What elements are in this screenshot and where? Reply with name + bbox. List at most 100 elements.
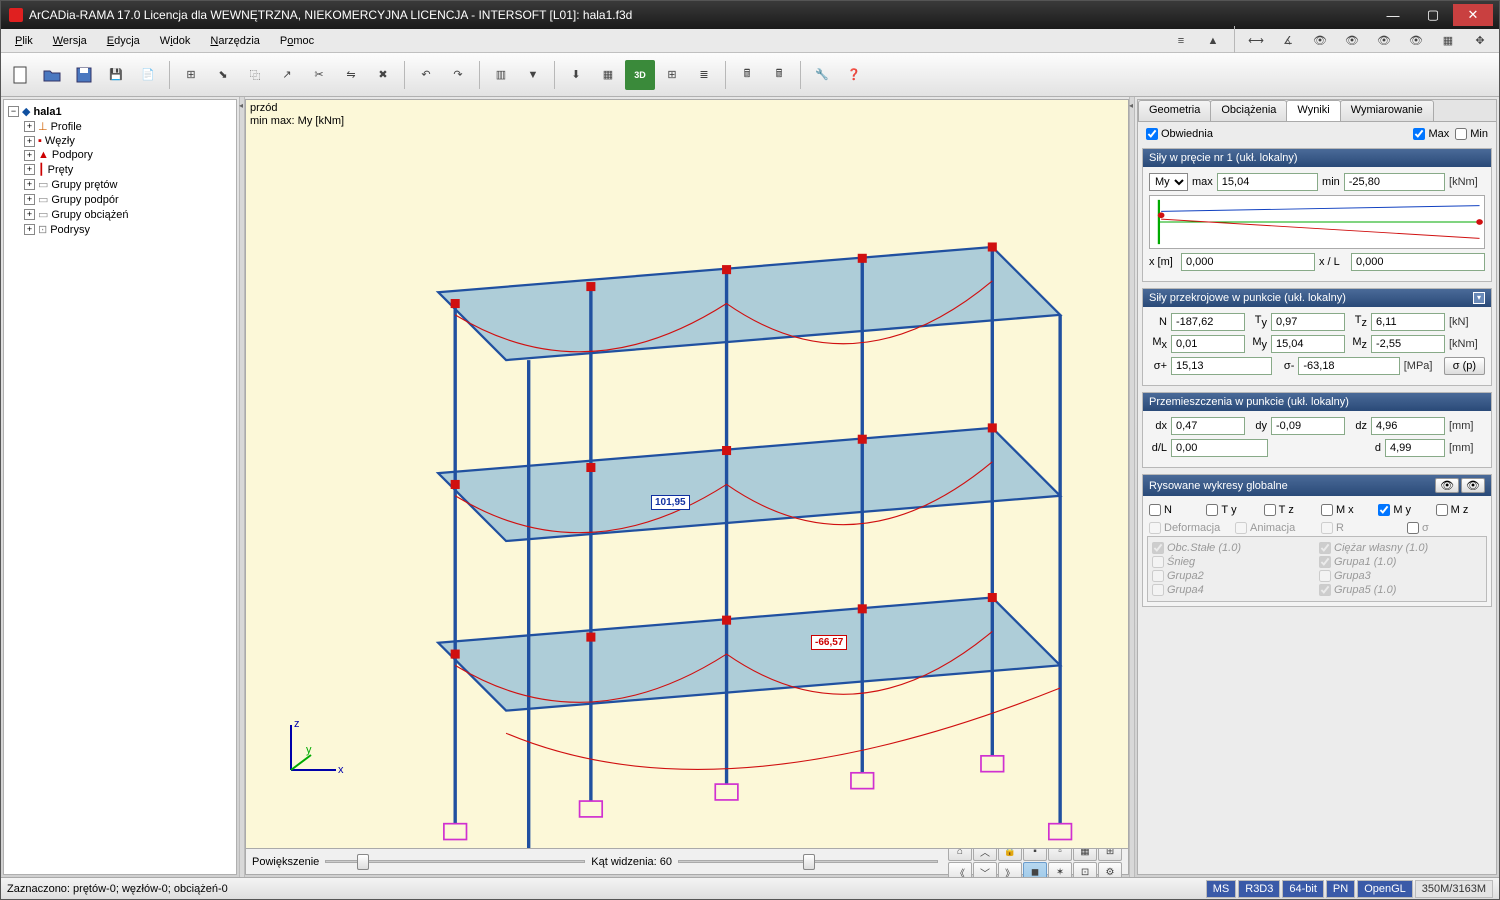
Ty-input[interactable] <box>1271 313 1345 331</box>
load-list[interactable]: Obc.Stałe (1.0)Ciężar własny (1.0) Śnieg… <box>1147 536 1487 602</box>
dy-input[interactable] <box>1271 417 1345 435</box>
move-icon[interactable]: ↗ <box>272 60 302 90</box>
table-icon[interactable]: ▦ <box>593 60 623 90</box>
expand-icon[interactable]: + <box>24 224 35 235</box>
expand-icon[interactable]: + <box>24 150 35 161</box>
profiles-icon[interactable]: ▥ <box>486 60 516 90</box>
status-seg[interactable]: PN <box>1326 880 1355 898</box>
chk-animacja[interactable]: Animacja <box>1235 522 1313 534</box>
node-icon[interactable]: ⬊ <box>208 60 238 90</box>
dL-input[interactable] <box>1171 439 1268 457</box>
eye3-icon[interactable]: 👁 <box>1369 26 1399 56</box>
angle-icon[interactable]: ∡ <box>1273 26 1303 56</box>
eye4-icon[interactable]: 👁 <box>1401 26 1431 56</box>
expand-icon[interactable]: + <box>24 179 35 190</box>
force-select[interactable]: My <box>1149 173 1188 191</box>
tree-item[interactable]: +⊥Profile <box>24 119 232 134</box>
status-seg[interactable]: 64-bit <box>1282 880 1324 898</box>
3d-canvas[interactable]: przód min max: My [kNm] <box>245 99 1129 849</box>
menu-narzedzia[interactable]: Narzędzia <box>200 32 270 50</box>
chk-Mx[interactable]: Mx <box>1321 504 1370 516</box>
redo-icon[interactable]: ↷ <box>443 60 473 90</box>
chk-Tz[interactable]: Tz <box>1264 504 1313 516</box>
undo-icon[interactable]: ↶ <box>411 60 441 90</box>
Mz-input[interactable] <box>1371 335 1445 353</box>
tree-item[interactable]: +┃Pręty <box>24 162 232 177</box>
min-input[interactable] <box>1344 173 1445 191</box>
zoom-slider[interactable] <box>325 860 585 863</box>
collapse-icon[interactable]: − <box>8 106 19 117</box>
help-icon[interactable]: ❓ <box>839 60 869 90</box>
menu-plik[interactable]: Plik <box>5 32 43 50</box>
expand-icon[interactable]: + <box>24 209 35 220</box>
open-icon[interactable] <box>37 60 67 90</box>
tree-item[interactable]: +▪Węzły <box>24 134 232 148</box>
x-input[interactable] <box>1181 253 1315 271</box>
copy-icon[interactable]: ⿻ <box>240 60 270 90</box>
max-input[interactable] <box>1217 173 1318 191</box>
chk-deformacja[interactable]: Deformacja <box>1149 522 1227 534</box>
view-toggle-2-icon[interactable]: ▲ <box>1198 26 1228 56</box>
chk-N[interactable]: N <box>1149 504 1198 516</box>
My-input[interactable] <box>1271 335 1345 353</box>
3d-icon[interactable]: 3D <box>625 60 655 90</box>
dz-input[interactable] <box>1371 417 1445 435</box>
chk-max[interactable]: Max <box>1413 128 1449 140</box>
eye2-icon[interactable]: 👁 <box>1337 26 1367 56</box>
Mx-input[interactable] <box>1171 335 1245 353</box>
dims-icon[interactable]: ⟷ <box>1241 26 1271 56</box>
fov-slider[interactable] <box>678 860 938 863</box>
frame-icon[interactable]: ⊞ <box>176 60 206 90</box>
splitter-right[interactable] <box>1129 97 1135 877</box>
expand-icon[interactable]: + <box>24 136 35 147</box>
sp-input[interactable] <box>1171 357 1272 375</box>
align-icon[interactable]: ≣ <box>689 60 719 90</box>
chk-min[interactable]: Min <box>1455 128 1488 140</box>
eye1-icon[interactable]: 👁 <box>1305 26 1335 56</box>
status-seg[interactable]: OpenGL <box>1357 880 1413 898</box>
tree-item[interactable]: +▭Grupy prętów <box>24 177 232 192</box>
arrows-icon[interactable]: ✥ <box>1465 26 1495 56</box>
menu-edycja[interactable]: Edycja <box>97 32 150 50</box>
dx-input[interactable] <box>1171 417 1245 435</box>
grid2-icon[interactable]: ⊞ <box>657 60 687 90</box>
grid-icon[interactable]: ▦ <box>1433 26 1463 56</box>
close-button[interactable]: ✕ <box>1453 4 1493 26</box>
mirror-icon[interactable]: ⇋ <box>336 60 366 90</box>
chk-Mz[interactable]: Mz <box>1436 504 1485 516</box>
sm-input[interactable] <box>1298 357 1399 375</box>
view-toggle-1-icon[interactable]: ≡ <box>1166 26 1196 56</box>
eye-button-2[interactable]: 👁 <box>1461 478 1485 493</box>
xL-input[interactable] <box>1351 253 1485 271</box>
tree-item[interactable]: +▭Grupy obciążeń <box>24 207 232 222</box>
chk-R[interactable]: R <box>1321 522 1399 534</box>
expand-icon[interactable]: + <box>24 164 35 175</box>
tree-root[interactable]: − ◆ hala1 <box>8 104 232 119</box>
menu-pomoc[interactable]: Pomoc <box>270 32 324 50</box>
tab-wyniki[interactable]: Wyniki <box>1286 100 1340 121</box>
Tz-input[interactable] <box>1371 313 1445 331</box>
wrench-icon[interactable]: 🔧 <box>807 60 837 90</box>
cut-icon[interactable]: ✂ <box>304 60 334 90</box>
tree-item[interactable]: +⊡Podrysy <box>24 222 232 237</box>
tab-geometria[interactable]: Geometria <box>1138 100 1211 121</box>
sigma-p-button[interactable]: σ (p) <box>1444 357 1485 375</box>
maximize-button[interactable]: ▢ <box>1413 4 1453 26</box>
chk-sigma[interactable]: σ <box>1407 522 1485 534</box>
report-icon[interactable]: 📄 <box>133 60 163 90</box>
saveas-icon[interactable]: 💾 <box>101 60 131 90</box>
minimize-button[interactable]: — <box>1373 4 1413 26</box>
delete-icon[interactable]: ✖ <box>368 60 398 90</box>
calc-icon[interactable]: 🖩 <box>732 60 762 90</box>
menu-widok[interactable]: Widok <box>150 32 201 50</box>
N-input[interactable] <box>1171 313 1245 331</box>
expand-icon[interactable]: + <box>24 121 35 132</box>
tree-item[interactable]: +▭Grupy podpór <box>24 192 232 207</box>
calc2-icon[interactable]: 🖩 <box>764 60 794 90</box>
tab-obciazenia[interactable]: Obciążenia <box>1210 100 1287 121</box>
chk-obwiednia[interactable]: Obwiednia <box>1146 128 1213 140</box>
menu-wersja[interactable]: Wersja <box>43 32 97 50</box>
tab-wymiarowanie[interactable]: Wymiarowanie <box>1340 100 1434 121</box>
d-input[interactable] <box>1385 439 1445 457</box>
status-seg[interactable]: MS <box>1206 880 1237 898</box>
